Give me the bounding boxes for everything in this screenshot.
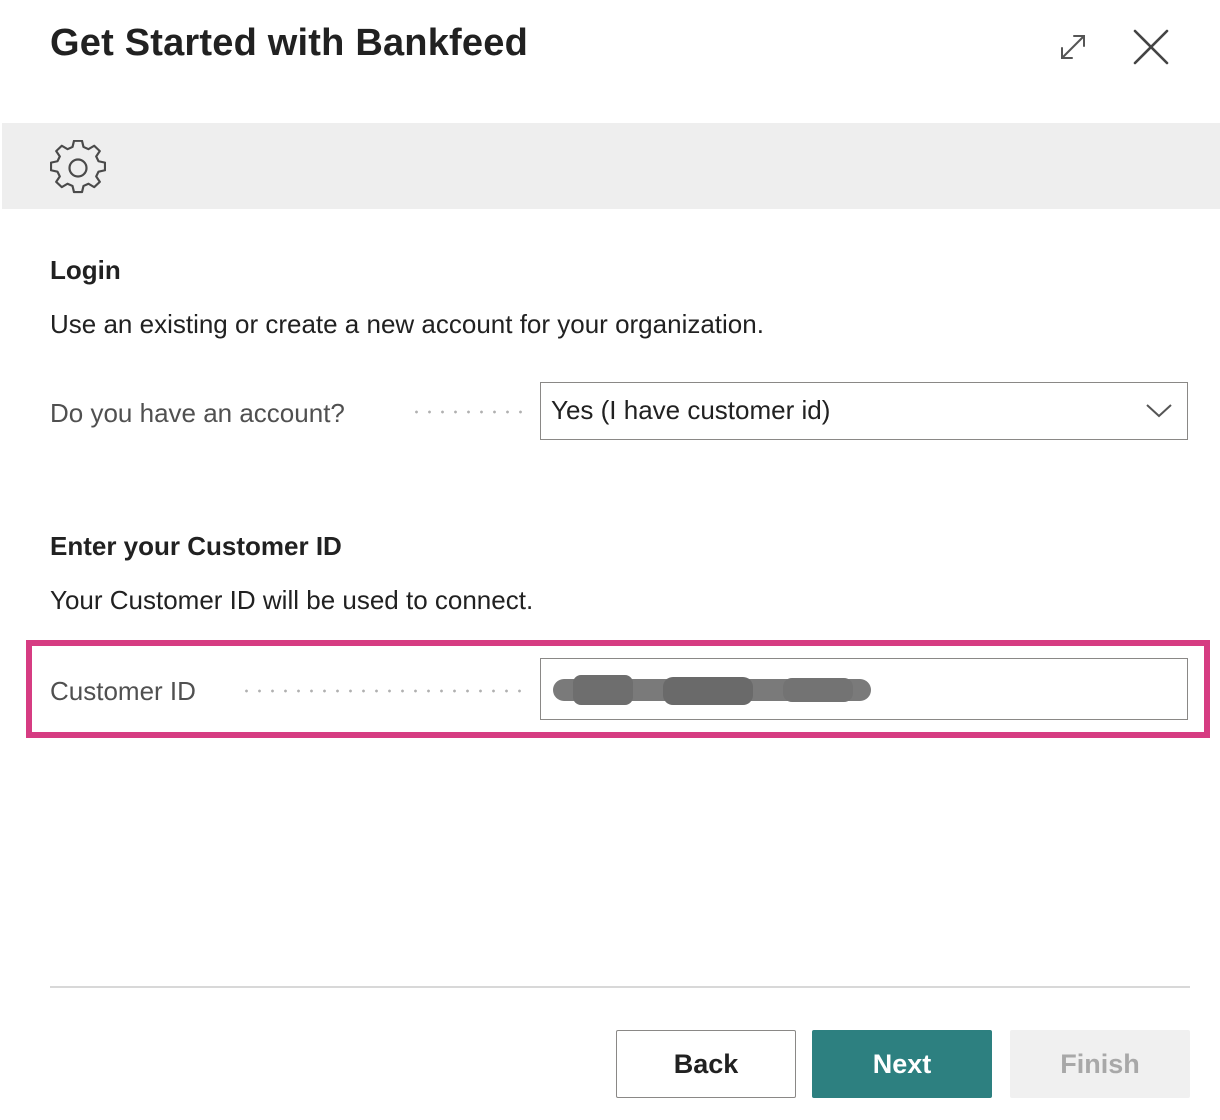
account-select-value: Yes (I have customer id) xyxy=(551,395,831,425)
customer-id-label: Customer ID xyxy=(50,676,196,706)
finish-button: Finish xyxy=(1010,1030,1190,1098)
action-bar xyxy=(2,123,1220,209)
footer-divider xyxy=(50,986,1190,988)
login-description: Use an existing or create a new account … xyxy=(50,309,764,339)
account-label: Do you have an account? xyxy=(50,398,345,428)
customer-id-field[interactable] xyxy=(540,658,1188,720)
close-icon xyxy=(1133,29,1169,65)
chevron-down-icon xyxy=(1146,404,1172,418)
account-select[interactable]: Yes (I have customer id) xyxy=(540,382,1188,440)
bankfeed-setup-dialog: Get Started with Bankfeed Login Use an e… xyxy=(0,0,1220,1120)
next-button[interactable]: Next xyxy=(812,1030,992,1098)
expand-button[interactable] xyxy=(1048,22,1098,72)
gear-icon[interactable] xyxy=(50,140,106,196)
dialog-title: Get Started with Bankfeed xyxy=(50,22,528,64)
redacted-value xyxy=(553,675,871,705)
close-button[interactable] xyxy=(1126,22,1176,72)
back-button[interactable]: Back xyxy=(616,1030,796,1098)
customer-description: Your Customer ID will be used to connect… xyxy=(50,585,534,615)
account-label-leader xyxy=(410,410,522,414)
expand-icon xyxy=(1061,35,1085,59)
customer-id-label-leader xyxy=(240,689,522,693)
login-heading: Login xyxy=(50,255,121,285)
customer-heading: Enter your Customer ID xyxy=(50,531,342,561)
